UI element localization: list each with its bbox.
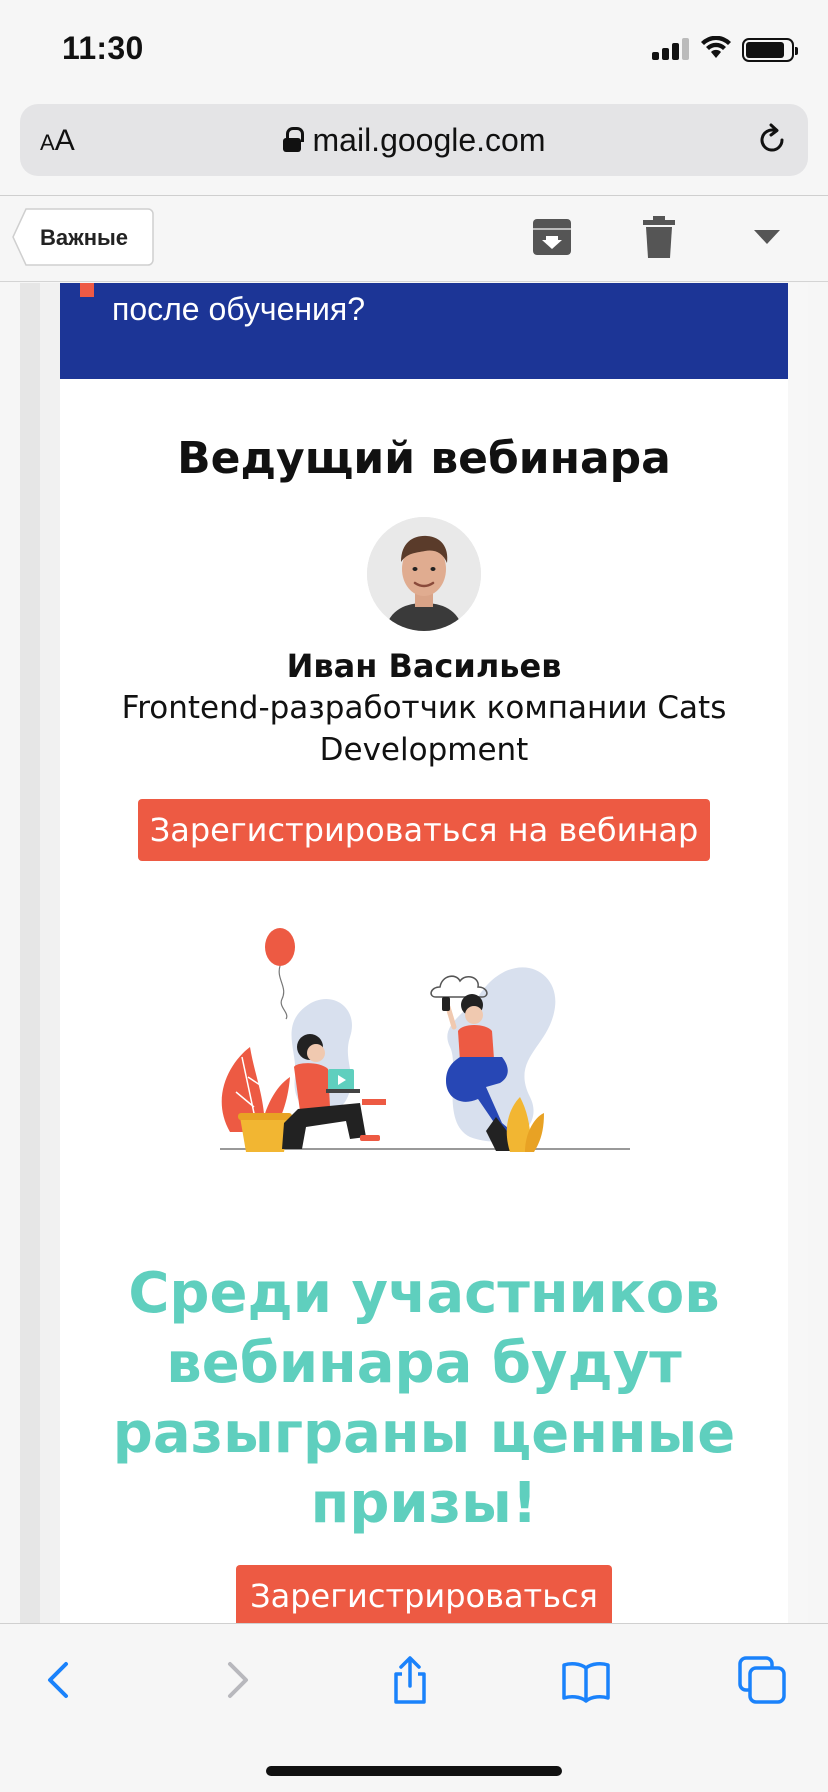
archive-icon[interactable]: [532, 218, 572, 256]
register-button[interactable]: Зарегистрироваться: [236, 1565, 612, 1627]
banner-section: после обучения?: [60, 283, 788, 379]
email-border: [20, 283, 40, 1623]
bookmarks-icon[interactable]: [562, 1656, 610, 1704]
wifi-icon: [701, 36, 731, 58]
cellular-signal-icon: [652, 36, 690, 60]
back-button-label: Важные: [40, 225, 129, 250]
share-icon[interactable]: [386, 1656, 434, 1704]
forward-arrow-icon[interactable]: [212, 1656, 260, 1704]
battery-icon: [742, 38, 798, 62]
address-bar[interactable]: AA mail.google.com: [20, 104, 808, 176]
email-border: [40, 283, 60, 1623]
register-webinar-button[interactable]: Зарегистрироваться на вебинар: [138, 799, 710, 861]
prizes-text: Среди участников вебинара будут разыгран…: [112, 1261, 736, 1536]
tabs-icon[interactable]: [738, 1656, 786, 1704]
bullet-marker: [80, 283, 94, 297]
email-border: [788, 283, 808, 1623]
chevron-down-icon[interactable]: [754, 230, 780, 244]
webinar-illustration: [220, 928, 630, 1152]
status-time: 11:30: [62, 30, 144, 66]
host-role: Frontend-разработчик компании Cats Devel…: [121, 690, 727, 768]
back-button[interactable]: Важные: [12, 208, 154, 266]
trash-icon[interactable]: [640, 216, 678, 258]
banner-text: после обучения?: [112, 291, 366, 327]
status-bar: 11:30: [0, 0, 828, 98]
gmail-toolbar: Важные: [0, 196, 828, 282]
host-name: Иван Васильев: [286, 647, 562, 685]
url-text: mail.google.com: [312, 122, 546, 158]
reload-icon[interactable]: [754, 122, 790, 158]
host-heading: Ведущий вебинара: [177, 433, 671, 484]
lock-icon: [282, 127, 304, 153]
home-indicator[interactable]: [266, 1766, 562, 1776]
url-display[interactable]: mail.google.com: [20, 122, 808, 159]
host-avatar: [367, 517, 481, 631]
back-arrow-icon[interactable]: [36, 1656, 84, 1704]
